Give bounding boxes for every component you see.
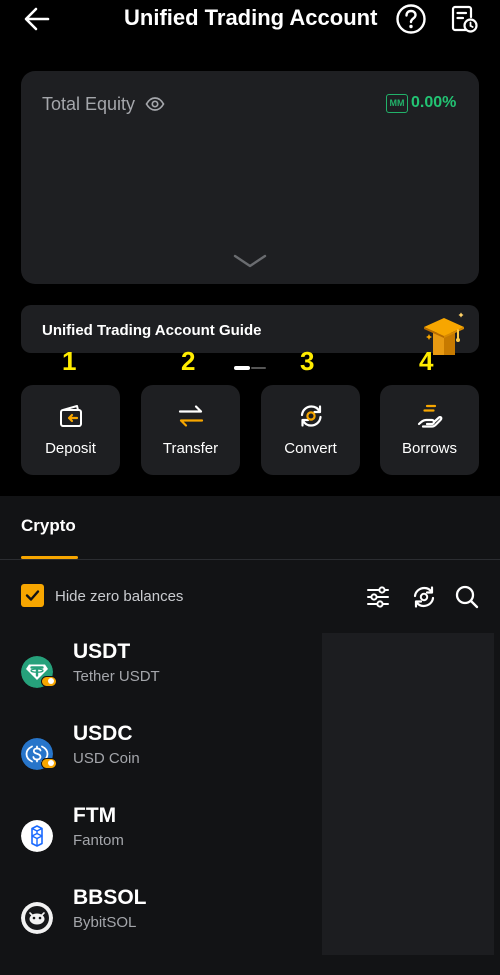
borrows-icon (417, 404, 443, 428)
transfer-label: Transfer (162, 440, 219, 457)
filter-sliders-icon[interactable] (365, 584, 391, 610)
annotation-number-1: 1 (62, 346, 77, 376)
earn-badge-icon (41, 758, 57, 769)
carousel-dot-active (234, 366, 250, 370)
hide-zero-balances-label[interactable]: Hide zero balances (55, 588, 183, 605)
bbsol-icon (21, 902, 53, 934)
mm-rate-value: 0.00% (411, 94, 457, 111)
search-icon[interactable] (454, 584, 480, 610)
ftm-icon (21, 820, 53, 852)
hide-zero-balances-checkbox[interactable] (21, 584, 44, 607)
deposit-icon (60, 405, 82, 427)
eye-icon[interactable] (145, 96, 165, 112)
top-bar: Unified Trading Account (0, 0, 500, 40)
asset-symbol: BBSOL (73, 886, 147, 909)
total-equity-label: Total Equity (42, 94, 136, 114)
annotation-number-3: 3 (300, 346, 315, 376)
guide-banner[interactable]: Unified Trading Account Guide (21, 305, 479, 355)
tab-divider (0, 559, 500, 560)
balance-redaction-mask (322, 633, 494, 955)
asset-symbol: FTM (73, 804, 117, 827)
guide-banner-label: Unified Trading Account Guide (42, 322, 262, 339)
carousel-dot (251, 367, 266, 369)
asset-name: BybitSOL (73, 914, 137, 931)
total-equity-card[interactable]: Total Equity MM 0.00% (21, 71, 479, 284)
borrows-label: Borrows (401, 440, 457, 457)
asset-symbol: USDT (73, 640, 131, 663)
checkmark-icon (25, 590, 40, 601)
deposit-label: Deposit (45, 440, 96, 457)
help-icon[interactable] (395, 3, 427, 35)
convert-label: Convert (284, 440, 337, 457)
order-history-icon[interactable] (449, 4, 479, 34)
asset-row-bbsol[interactable]: BBSOL BybitSOL (0, 886, 320, 964)
page-title: Unified Trading Account (124, 5, 378, 30)
asset-name: Fantom (73, 832, 124, 849)
transfer-icon (178, 405, 204, 427)
assets-panel: Crypto Hide zero balances USDT Tether US… (0, 496, 500, 975)
transfer-button[interactable]: Transfer (141, 385, 240, 475)
asset-name: USD Coin (73, 750, 140, 767)
back-arrow-icon[interactable] (22, 5, 52, 33)
convert-icon (300, 405, 322, 427)
carousel-indicator (234, 366, 266, 370)
annotation-number-4: 4 (419, 346, 434, 376)
annotation-number-2: 2 (181, 346, 196, 376)
mm-badge: MM (386, 94, 408, 113)
tab-crypto[interactable]: Crypto (21, 516, 76, 536)
asset-row-usdc[interactable]: USDC USD Coin (0, 722, 320, 800)
convert-small-icon[interactable] (411, 584, 437, 610)
asset-row-ftm[interactable]: FTM Fantom (0, 804, 320, 882)
asset-row-usdt[interactable]: USDT Tether USDT (0, 640, 320, 718)
asset-symbol: USDC (73, 722, 133, 745)
convert-button[interactable]: Convert (261, 385, 360, 475)
chevron-down-icon[interactable] (232, 253, 268, 269)
earn-badge-icon (41, 676, 57, 687)
asset-name: Tether USDT (73, 668, 160, 685)
borrows-button[interactable]: Borrows (380, 385, 479, 475)
deposit-button[interactable]: Deposit (21, 385, 120, 475)
